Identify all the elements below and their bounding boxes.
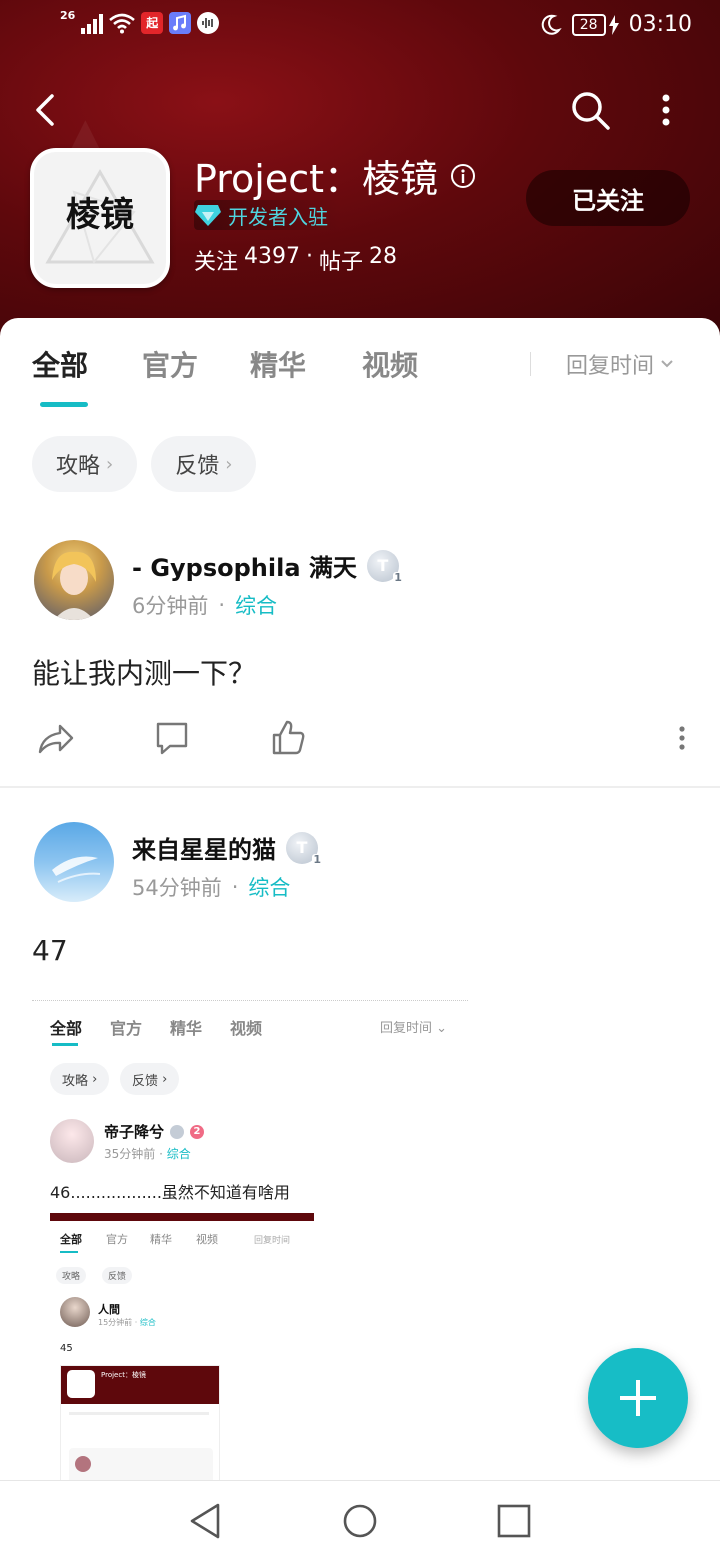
qidian-app-icon: 起 — [141, 12, 164, 34]
image-sort-label: 回复时间 — [380, 1021, 433, 1036]
level-badge-letter: T — [296, 837, 308, 857]
forum-logo: 棱镜 — [30, 148, 170, 288]
moon-icon — [541, 14, 562, 35]
status-bar: 26 起 28 03:10 — [0, 0, 720, 54]
info-icon[interactable] — [450, 163, 476, 189]
image-category: 综合 — [166, 1147, 191, 1161]
post-author[interactable]: 来自星星的猫 T1 — [132, 830, 322, 866]
follow-count: 4397 — [244, 244, 301, 269]
nav-home-icon[interactable] — [340, 1501, 380, 1541]
nested-chip-guide: 攻略 — [56, 1267, 87, 1284]
forum-title: Project：棱镜 — [194, 148, 476, 203]
image-body: 46..................虽然不知道有啥用 — [50, 1183, 290, 1202]
image-chip-feedback-label: 反馈 — [132, 1073, 159, 1089]
nested-tab-video: 视频 — [196, 1233, 218, 1246]
image-tab-video: 视频 — [230, 1019, 263, 1038]
search-icon[interactable] — [568, 88, 612, 132]
system-nav-bar — [0, 1480, 720, 1560]
image-tab-all: 全部 — [50, 1019, 83, 1038]
forum-stats: 关注 4397 · 帖子 28 — [194, 244, 397, 276]
clock: 03:10 — [628, 12, 692, 37]
new-post-button[interactable] — [588, 1348, 688, 1448]
nav-back-icon[interactable] — [186, 1501, 226, 1541]
wifi-icon — [109, 13, 136, 34]
nested-avatar — [60, 1297, 90, 1327]
image-time: 35分钟前 — [104, 1147, 156, 1161]
level-badge-icon: T1 — [286, 831, 322, 866]
stats-separator: · — [306, 244, 314, 269]
more-icon[interactable] — [652, 92, 680, 128]
network-type: 26 — [60, 8, 76, 22]
forum-header: ▲ 26 起 28 03:10 棱镜 Project：棱镜 开发者入驻 关注 4… — [0, 0, 720, 340]
nested-sort: 回复时间 — [254, 1236, 291, 1246]
image-rank-badge: 2 — [190, 1124, 205, 1139]
post-category[interactable]: 综合 — [248, 872, 290, 902]
developer-badge-label: 开发者入驻 — [228, 204, 328, 229]
charging-icon — [608, 14, 619, 35]
image-avatar — [50, 1119, 94, 1163]
level-badge-number: 1 — [312, 852, 322, 866]
follow-label: 关注 — [194, 250, 239, 275]
image-author-name: 帝子降兮 — [104, 1123, 165, 1141]
developer-badge[interactable]: 开发者入驻 — [194, 200, 342, 230]
nested-inner-avatar — [75, 1456, 91, 1472]
plus-icon — [620, 1380, 656, 1416]
nested-screenshot: 全部 官方 精华 视频 回复时间 攻略 反馈 人間 15分钟前 · 综合 45 … — [50, 1213, 314, 1480]
avatar[interactable] — [34, 822, 114, 902]
image-tab-featured: 精华 — [170, 1019, 203, 1038]
back-icon[interactable] — [28, 88, 68, 132]
image-meta: 35分钟前 · 综合 — [104, 1147, 191, 1161]
nested-tab-all: 全部 — [60, 1233, 82, 1246]
post-time: 54分钟前 — [132, 876, 222, 900]
image-level-badge-icon — [170, 1124, 185, 1139]
image-chip-guide: 攻略 › — [50, 1063, 110, 1095]
nested-inner-logo — [67, 1370, 95, 1398]
nested-time: 15分钟前 — [98, 1318, 133, 1327]
post-meta: 54分钟前 · 综合 — [132, 872, 290, 902]
forum-title-text: Project：棱镜 — [194, 157, 439, 201]
nested-chip-feedback: 反馈 — [102, 1267, 133, 1284]
logo-text: 棱镜 — [66, 195, 134, 235]
nested-tab-featured: 精华 — [150, 1233, 172, 1246]
meta-dot: · — [231, 875, 239, 899]
diamond-icon — [195, 205, 221, 226]
posts-label: 帖子 — [319, 250, 364, 275]
audio-app-icon — [197, 12, 220, 34]
nested-inner-title: Project：棱镜 — [101, 1371, 146, 1379]
follow-button[interactable]: 已关注 — [526, 170, 690, 226]
music-app-icon — [169, 12, 192, 34]
nested-inner-tabs — [69, 1412, 209, 1415]
content-sheet: 全部 官方 精华 视频 回复时间 攻略 › 反馈 › - Gypsophila … — [0, 318, 720, 1480]
post-image[interactable]: 全部 官方 精华 视频 回复时间 ⌄ 攻略 › 反馈 › 帝子降兮 2 35分钟… — [32, 1000, 468, 1480]
posts-count: 28 — [369, 244, 398, 269]
image-chip-guide-label: 攻略 — [62, 1073, 89, 1089]
author-name: 来自星星的猫 — [132, 836, 276, 864]
battery-level: 28 — [571, 13, 606, 36]
post-item[interactable]: 来自星星的猫 T1 54分钟前 · 综合 47 全部 官方 精华 视频 回复时间… — [0, 318, 720, 1480]
nav-recents-icon[interactable] — [494, 1501, 534, 1541]
image-chip-feedback: 反馈 › — [120, 1063, 180, 1095]
image-tab-official: 官方 — [110, 1019, 143, 1038]
signal-icon — [81, 12, 104, 34]
nested-inner-screenshot: Project：棱镜 — [60, 1365, 220, 1480]
nested-tab-official: 官方 — [106, 1233, 128, 1246]
image-author: 帝子降兮 2 — [104, 1121, 205, 1142]
post-body[interactable]: 47 — [32, 934, 68, 967]
nested-category: 综合 — [139, 1318, 156, 1327]
image-sort: 回复时间 ⌄ — [380, 1021, 448, 1036]
nested-body: 45 — [60, 1343, 73, 1354]
nested-tab-indicator — [60, 1251, 78, 1253]
nested-author: 人間 — [98, 1303, 120, 1316]
image-tab-indicator — [52, 1043, 78, 1046]
